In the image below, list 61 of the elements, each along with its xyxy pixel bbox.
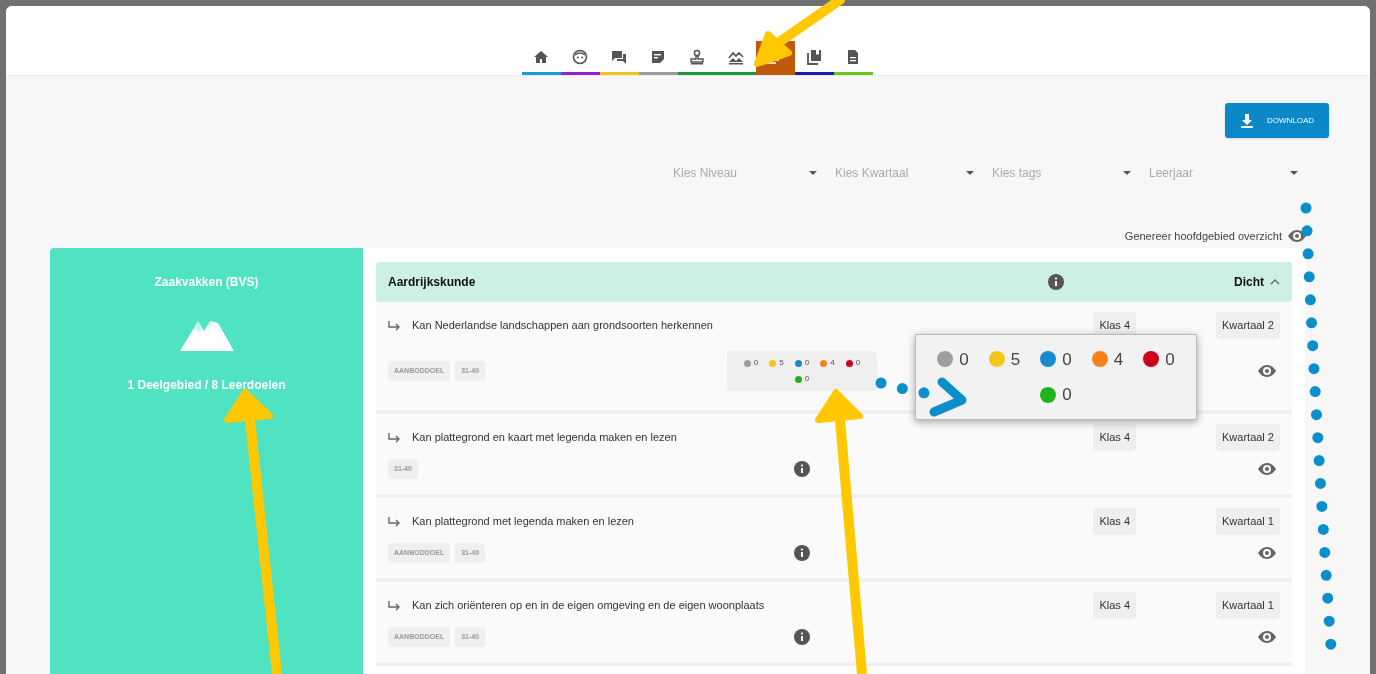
score-count: 0 [804, 373, 810, 385]
eye-icon[interactable] [1258, 547, 1276, 559]
dropdown-caret-icon [966, 171, 974, 175]
download-icon [1241, 113, 1253, 128]
select-field[interactable]: Kies Niveau [669, 162, 819, 184]
select-field[interactable]: Kies tags [988, 162, 1133, 184]
grade-badge: Klas 4 [1093, 592, 1136, 619]
quarter-badge: Kwartaal 2 [1216, 424, 1280, 451]
return-arrow-icon [388, 320, 400, 331]
goal-title: Kan plattegrond en kaart met legenda maken en lezen [412, 430, 677, 446]
score-count: 5 [779, 357, 784, 369]
section-title: Aardrijkskunde [388, 273, 477, 291]
return-arrow-icon [388, 432, 400, 443]
eye-icon[interactable] [1288, 230, 1306, 243]
eye-icon[interactable] [1258, 463, 1276, 475]
score-count: 4 [1113, 348, 1124, 371]
score-count: 0 [1062, 384, 1072, 406]
score-count: 4 [830, 357, 835, 369]
score-count: 0 [1062, 348, 1072, 371]
dropdown-caret-icon [809, 171, 817, 175]
overview-link[interactable]: Genereer hoofdgebied overzicht [1124, 228, 1282, 245]
score-summary[interactable]: 0 5 0 4 0 0 [727, 351, 877, 391]
goal-title: Kan plattegrond met legenda maken en lezen [412, 514, 634, 530]
eye-icon[interactable] [1258, 631, 1276, 643]
quarter-badge: Kwartaal 1 [1216, 592, 1280, 619]
home-icon [533, 48, 549, 65]
info-icon[interactable] [1048, 273, 1064, 290]
domain-summary: 1 Deelgebied / 8 Leerdoelen [127, 376, 286, 394]
dropdown-caret-icon [1123, 171, 1131, 175]
goal-title: Kan Nederlandse landschappen aan grondsoorten herkennen [412, 318, 713, 334]
dropdown-caret-icon [1290, 171, 1298, 175]
info-icon[interactable] [794, 629, 810, 645]
select-field[interactable]: Kies Kwartaal [831, 162, 976, 184]
score-count: 0 [753, 357, 759, 369]
domain-title: Zaakvakken (BVS) [154, 273, 259, 291]
grade-badge: Klas 4 [1093, 508, 1136, 535]
section-header[interactable]: Aardrijkskunde Dicht [376, 261, 1292, 302]
collapse-toggle[interactable]: Dicht [1234, 272, 1264, 291]
return-arrow-icon [388, 600, 400, 611]
return-arrow-icon [388, 516, 400, 527]
goal-title: Kan zich oriënteren op en in de eigen omgeving en de eigen woonplaats [412, 598, 765, 614]
download-button[interactable]: DOWNLOAD [1225, 103, 1329, 138]
info-icon[interactable] [794, 545, 810, 561]
stamp-icon [689, 48, 705, 65]
score-count: 0 [855, 357, 861, 369]
quarter-badge: Kwartaal 1 [1216, 508, 1280, 535]
chat-bubbles-icon [611, 48, 627, 65]
select-field[interactable]: Leerjaar [1145, 162, 1300, 184]
document-icon [845, 48, 861, 65]
note-icon [650, 48, 666, 65]
book-stack-icon [806, 48, 822, 65]
grade-badge: Klas 4 [1093, 424, 1136, 451]
score-count: 5 [1010, 348, 1021, 371]
info-icon[interactable] [794, 461, 810, 477]
score-count: 0 [804, 357, 810, 369]
smiley-face-icon [572, 48, 588, 65]
score-count: 0 [959, 348, 969, 371]
quarter-badge: Kwartaal 2 [1216, 312, 1280, 339]
eye-icon[interactable] [1258, 365, 1276, 377]
chevron-icon[interactable] [1270, 278, 1280, 285]
score-count: 0 [1165, 348, 1175, 371]
